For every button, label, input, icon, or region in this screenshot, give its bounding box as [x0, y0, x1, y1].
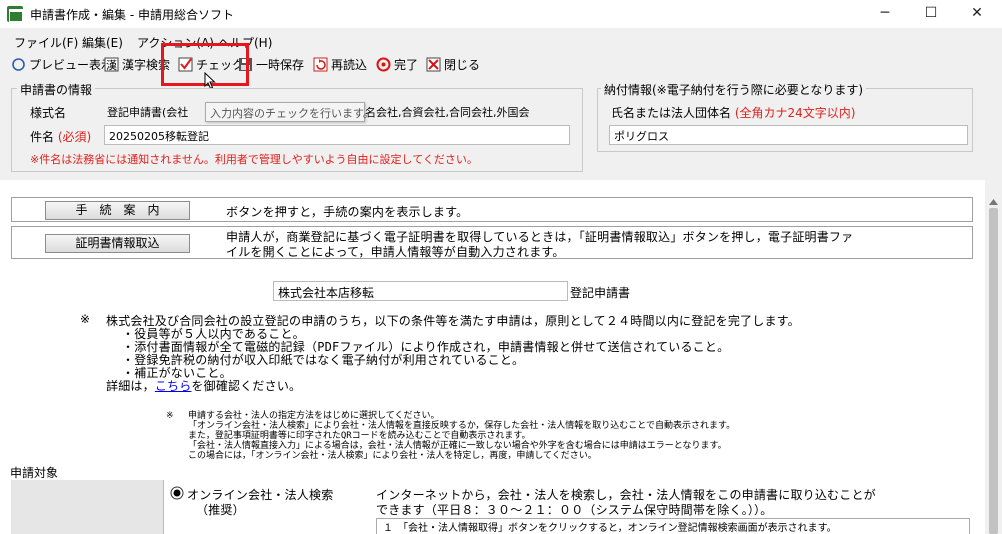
- step-1: １ 「会社・法人情報取得」ボタンをクリックすると，オンライン登記情報検索画面が表…: [383, 523, 837, 534]
- detail-prefix: 詳細は，: [106, 379, 155, 393]
- cert-text-2: イルを開くことによって，申請人情報等が自動入力されます。: [226, 245, 565, 259]
- app-icon: [7, 6, 23, 22]
- title-bar: 申請書作成・編集 - 申請用総合ソフト ─ ☐ ✕: [0, 0, 1002, 28]
- maximize-button[interactable]: ☐: [908, 0, 954, 28]
- menu-edit[interactable]: 編集(E): [82, 34, 123, 51]
- online-search-desc-2: できます（平日８：３０～２１：００（システム保守時間帯を除く。））。: [376, 503, 773, 517]
- close-button[interactable]: 閉じる: [426, 55, 480, 74]
- subject-label-text: 件名: [30, 130, 55, 144]
- target-option-area: オンライン会社・法人検索 （推奨） インターネットから，会社・法人を検索し，会社…: [163, 480, 973, 534]
- subject-label: 件名 (必須): [30, 128, 91, 145]
- registration-type-select[interactable]: 株式会社本店移転: [273, 281, 568, 301]
- small-note-4: 「会社・法人情報直接入力」による場合は，会社・法人情報が正確に一致しない場合や外…: [188, 441, 727, 451]
- guide-row: 手 続 案 内 ボタンを押すと，手続の案内を表示します。: [11, 197, 973, 222]
- close-window-button[interactable]: ✕: [954, 0, 1000, 28]
- minimize-button[interactable]: ─: [862, 0, 908, 28]
- detail-line: 詳細は，こちらを御確認ください。: [106, 377, 301, 394]
- preview-label: プレビュー表示: [29, 58, 114, 72]
- preview-button[interactable]: プレビュー表示: [11, 55, 113, 74]
- reload-icon: [313, 57, 328, 72]
- subject-note: ※件名は法務省には通知されません。利用者で管理しやすいよう自由に設定してください…: [30, 153, 478, 166]
- registration-suffix: 登記申請書: [570, 286, 631, 300]
- complete-icon: [376, 57, 391, 72]
- small-note-5: この場合には，「オンライン会社・法人検索」により会社・法人を特定し，再度，申請し…: [188, 451, 597, 461]
- target-label: 申請対象: [10, 466, 59, 480]
- form-name-value-left: 登記申請書(会社: [107, 106, 189, 119]
- small-note-mark: ※: [166, 411, 174, 421]
- close-label: 閉じる: [444, 58, 481, 72]
- online-search-radio[interactable]: [170, 486, 184, 503]
- payment-info-title: 納付情報(※電子納付を行う際に必要となります): [601, 81, 867, 98]
- cert-row: 証明書情報取込 申請人が，商業登記に基づく電子証明書を取得しているときは，「証明…: [11, 226, 973, 259]
- payment-name-input[interactable]: ポリグロス: [609, 125, 968, 145]
- scroll-up-arrow-icon[interactable]: [989, 194, 998, 208]
- vertical-scrollbar[interactable]: [985, 180, 1002, 534]
- scroll-thumb[interactable]: [989, 208, 998, 534]
- detail-suffix: を御確認ください。: [191, 379, 302, 393]
- payment-name-label-text: 氏名または法人団体名: [611, 106, 732, 120]
- complete-label: 完了: [394, 58, 419, 72]
- subject-input[interactable]: 20250205移転登記: [104, 125, 570, 145]
- complete-button[interactable]: 完了: [376, 55, 418, 74]
- form-name-value-right: 名会社,合資会社,合同会社,外国会: [365, 106, 530, 119]
- reload-label: 再読込: [331, 58, 368, 72]
- small-note-1: 申請する会社・法人の指定方法をはじめに選択してください。: [188, 411, 440, 421]
- small-note-2: 「オンライン会社・法人検索」により会社・法人情報を直接反映するか，保存した会社・…: [188, 421, 736, 431]
- cert-import-button[interactable]: 証明書情報取込: [45, 234, 190, 253]
- check-tooltip: 入力内容のチェックを行います。: [205, 102, 374, 122]
- notice-mark: ※: [80, 312, 91, 326]
- guide-button[interactable]: 手 続 案 内: [45, 201, 190, 220]
- svg-text:漢: 漢: [106, 59, 117, 72]
- guide-text: ボタンを押すと，手続の案内を表示します。: [226, 205, 469, 219]
- reload-button[interactable]: 再読込: [313, 55, 367, 74]
- target-panel: オンライン会社・法人検索 （推奨） インターネットから，会社・法人を検索し，会社…: [11, 480, 973, 534]
- application-info-title: 申請書の情報: [17, 81, 96, 98]
- small-note-3: また，登記事項証明書等に印字されたQRコードを読み込むことで自動表示されます。: [188, 431, 531, 441]
- payment-name-label: 氏名または法人団体名 (全角カナ24文字以内): [611, 104, 855, 121]
- form-content-area: 手 続 案 内 ボタンを押すと，手続の案内を表示します。 証明書情報取込 申請人…: [0, 180, 985, 534]
- menu-file[interactable]: ファイル(F): [14, 34, 78, 51]
- detail-link[interactable]: こちら: [155, 379, 192, 393]
- toolbar: プレビュー表示 漢 漢字検索 チェック 一時保存 再読込 完了 閉じる: [0, 52, 1002, 76]
- window-title: 申請書作成・編集 - 申請用総合ソフト: [30, 8, 234, 22]
- subject-required-mark: (必須): [57, 130, 92, 144]
- menu-bar: ファイル(F) 編集(E) アクション(A) ヘルプ(H): [0, 30, 1002, 52]
- close-icon: [426, 57, 441, 72]
- kanji-icon: 漢: [104, 57, 119, 72]
- save-label: 一時保存: [256, 58, 305, 72]
- payment-name-hint: (全角カナ24文字以内): [734, 106, 856, 120]
- online-search-sub: （推奨）: [196, 503, 245, 517]
- preview-icon: [11, 57, 26, 72]
- form-name-label: 様式名: [30, 106, 67, 120]
- step-box: １ 「会社・法人情報取得」ボタンをクリックすると，オンライン登記情報検索画面が表…: [376, 518, 970, 534]
